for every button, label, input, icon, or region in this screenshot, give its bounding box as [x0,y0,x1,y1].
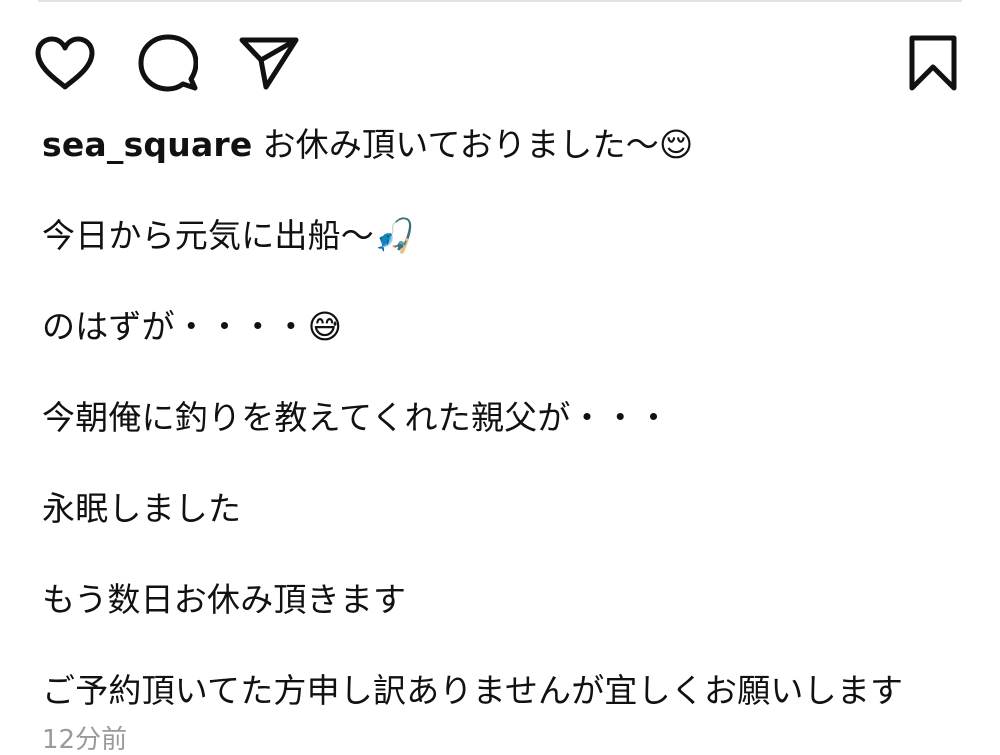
caption-line: sea_square お休み頂いておりました〜😌 [42,118,982,172]
post-caption: sea_square お休み頂いておりました〜😌 今日から元気に出船〜🎣 のはずが… [42,118,982,718]
bookmark-icon [909,35,957,91]
share-button[interactable] [236,30,302,96]
caption-line: 今日から元気に出船〜🎣 [42,216,416,255]
save-button[interactable] [900,30,966,96]
caption-text: お休み頂いておりました〜😌 [262,125,694,164]
comment-bubble-icon [138,34,198,92]
top-divider [38,0,962,2]
post-timestamp: 12分前 [42,725,128,755]
heart-icon [35,36,95,90]
paper-plane-icon [239,37,299,90]
caption-line: もう数日お休み頂きます [42,580,407,619]
caption-line: のはずが・・・・😅 [42,307,343,346]
caption-line: ご予約頂いてた方申し訳ありませんが宜しくお願いします [42,671,904,710]
comment-button[interactable] [135,30,201,96]
post-action-bar [0,30,1000,96]
like-button[interactable] [32,30,98,96]
username-link[interactable]: sea_square [42,125,252,164]
caption-line: 今朝俺に釣りを教えてくれた親父が・・・ [42,398,671,437]
caption-line: 永眠しました [42,489,242,528]
